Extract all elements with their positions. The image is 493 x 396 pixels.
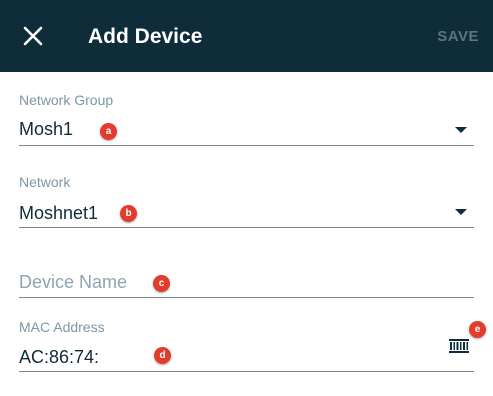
network-group-value: Mosh1 <box>19 119 74 139</box>
app-bar: Add Device SAVE <box>0 0 493 72</box>
network-select[interactable]: Network Moshnet1 <box>19 170 474 230</box>
close-icon <box>23 26 43 46</box>
page-title: Add Device <box>88 25 203 48</box>
network-value: Moshnet1 <box>19 203 99 223</box>
scan-barcode-button[interactable] <box>449 339 469 353</box>
chevron-down-icon <box>455 127 467 133</box>
field-underline <box>19 371 474 372</box>
barcode-icon <box>449 339 469 353</box>
mac-address-label: MAC Address <box>19 319 105 335</box>
device-name-placeholder: Device Name <box>19 272 128 292</box>
mac-address-input[interactable]: MAC Address AC:86:74: <box>19 316 474 376</box>
annotation-badge-d: d <box>154 347 171 364</box>
device-name-input[interactable]: Device Name <box>19 266 474 300</box>
network-group-select[interactable]: Network Group Mosh1 <box>19 88 474 148</box>
chevron-down-icon <box>455 209 467 215</box>
close-button[interactable] <box>21 24 45 48</box>
field-underline <box>19 297 474 298</box>
annotation-badge-c: c <box>153 275 170 292</box>
field-underline <box>19 145 474 146</box>
network-label: Network <box>19 174 71 190</box>
mac-address-value: AC:86:74: <box>19 347 100 367</box>
annotation-badge-a: a <box>100 123 117 140</box>
field-underline <box>19 227 474 228</box>
save-button[interactable]: SAVE <box>437 28 479 46</box>
annotation-badge-e: e <box>469 321 486 338</box>
network-group-label: Network Group <box>19 92 114 108</box>
annotation-badge-b: b <box>120 205 137 222</box>
